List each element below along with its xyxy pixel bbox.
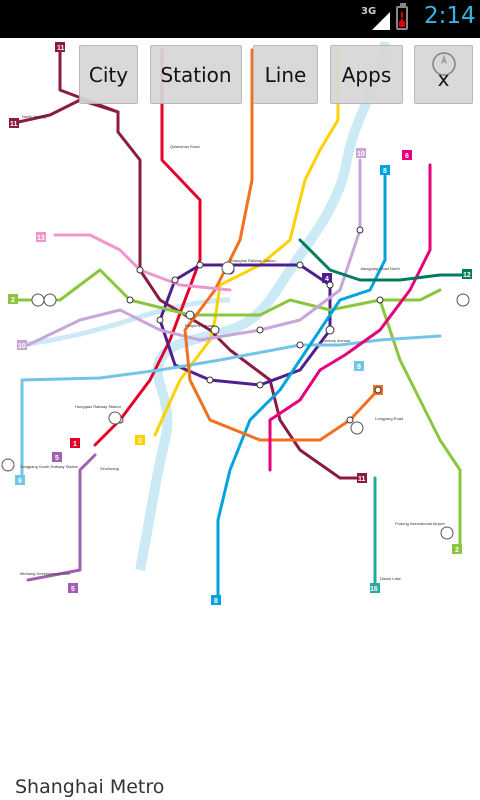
city-button[interactable]: City [79,45,138,104]
close-label: x [437,66,450,91]
line-10-badge: 10 [357,151,365,158]
line-2-badge: 2 [11,297,15,304]
label-jiangyang: Jiangyang Road North [360,266,400,271]
line-11-path [58,46,362,480]
label-longyang: Longyang Road [375,416,403,421]
close-button[interactable]: x [414,45,473,104]
line-13-badge: 13 [37,235,45,242]
line-8-badge: 8 [383,168,387,175]
apps-button[interactable]: Apps [330,45,403,104]
line-5-path [26,453,97,582]
label-xinzhuang: Xinzhuang [100,466,119,471]
line-10-badge-west: 10 [18,343,26,350]
label-railway-station: Shanghai Railway Station [230,258,276,263]
line-button[interactable]: Line [253,45,318,104]
line-9-badge-west: 9 [18,478,22,485]
line-8-badge-south: 8 [214,598,218,605]
label-songjiang: Songjiang South Railway Station [20,464,78,469]
line-2-badge-east: 2 [455,547,459,554]
label-qilianshan: Qilianshan Road [170,144,200,149]
label-peoples-square: People's Square [185,323,215,328]
line-11-badge-east: 11 [358,476,366,483]
map-title: Shanghai Metro [15,776,165,798]
label-north-jiading: North Jiading [22,114,46,119]
clock: 2:14 [424,3,476,29]
line-6-badge: 6 [405,153,409,160]
line-11-badge: 11 [57,45,65,52]
status-bar: 3G ! 2:14 [0,0,480,38]
line-3-badge: 3 [138,438,142,445]
label-hongqiao: Hongqiao Railway Station [75,404,121,409]
metro-map[interactable]: 11 11 10 6 8 13 4 12 2 10 9 7 1 3 5 9 11… [0,38,480,638]
battery-icon: ! [396,3,408,30]
line-5-badge-south: 5 [71,586,75,593]
station-button[interactable]: Station [150,45,242,104]
signal-icon [372,12,390,30]
line-6-path [268,163,432,472]
label-minhang: Minhang Development Zone [20,571,71,576]
line-1-badge: 1 [73,441,77,448]
line-5-badge: 5 [55,455,59,462]
label-pudong-airport: Pudong International Airport [395,521,445,526]
line-11-badge-west: 11 [10,121,18,128]
line-9-badge: 9 [357,364,361,371]
label-dishui-lake: Dishui Lake [380,576,402,581]
line-8-path [216,173,387,602]
line-12-badge: 12 [463,272,471,279]
line-16-badge: 16 [370,586,378,593]
label-century-avenue: Century Avenue [322,338,351,343]
line-13-path [53,233,232,292]
